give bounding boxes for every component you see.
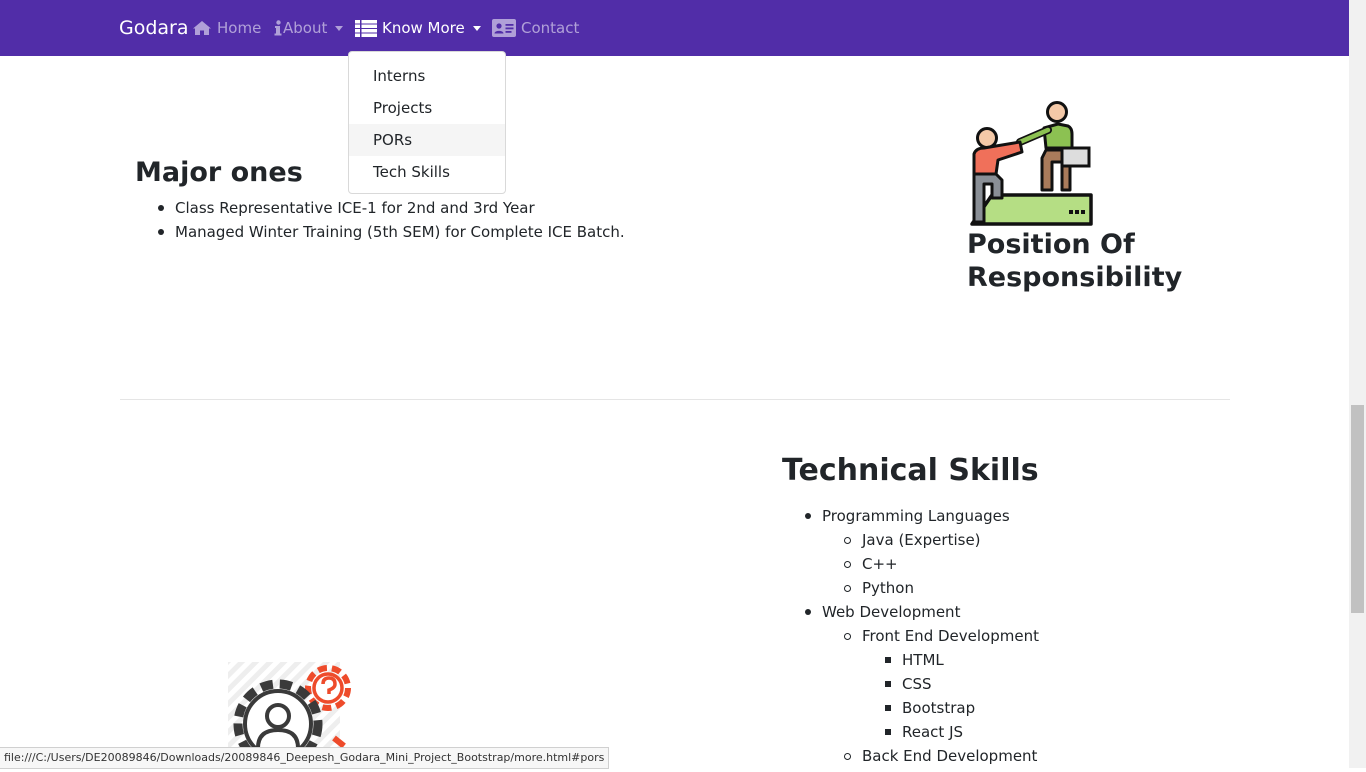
technical-skills-title: Technical Skills (782, 453, 1039, 488)
list-item: CSS (885, 672, 1322, 696)
caret-down-icon (472, 25, 481, 31)
teamwork-help-icon (962, 100, 1094, 226)
dropdown-item-tech-skills[interactable]: Tech Skills (349, 156, 505, 188)
major-ones-heading: Major ones (135, 157, 303, 188)
front-end-list: HTML CSS Bootstrap React JS (885, 648, 1322, 744)
dropdown-item-projects[interactable]: Projects (349, 92, 505, 124)
contact-card-icon (492, 19, 516, 37)
dropdown-item-interns[interactable]: Interns (349, 60, 505, 92)
por-list: Class Representative ICE-1 for 2nd and 3… (158, 196, 775, 244)
nav-home[interactable]: Home (192, 18, 261, 38)
list-item: Web Development Front End Development HT… (805, 600, 1322, 768)
front-end-label: Front End Development (862, 627, 1039, 645)
section-divider (120, 399, 1230, 400)
list-item: HTML (885, 648, 1322, 672)
list-item: React JS (885, 720, 1322, 744)
programming-languages-list: Java (Expertise) C++ Python (844, 528, 1322, 600)
scrollbar-thumb[interactable] (1351, 405, 1364, 613)
nav-know-more-dropdown[interactable]: Know More (355, 18, 481, 38)
list-item: Front End Development HTML CSS Bootstrap… (844, 624, 1322, 744)
dropdown-item-pors[interactable]: PORs (349, 124, 505, 156)
web-development-label: Web Development (822, 603, 961, 621)
list-item: Python (844, 576, 1322, 600)
list-item: C++ (844, 552, 1322, 576)
list-item: Java (Expertise) (844, 528, 1322, 552)
nav-about-dropdown[interactable]: About (274, 18, 344, 38)
brand-link[interactable]: Godara (119, 16, 189, 40)
list-item: Programming Languages Java (Expertise) C… (805, 504, 1322, 600)
nav-know-more-label: Know More (382, 19, 465, 37)
info-icon (274, 20, 282, 36)
nav-about-label: About (283, 19, 328, 37)
list-item: Managed Winter Training (5th SEM) for Co… (158, 220, 775, 244)
nav-home-label: Home (217, 19, 262, 37)
list-icon (355, 19, 377, 37)
list-item: Back End Development (844, 744, 1322, 768)
caret-down-icon (335, 25, 344, 31)
web-development-list: Front End Development HTML CSS Bootstrap… (844, 624, 1322, 768)
know-more-dropdown-menu: Interns Projects PORs Tech Skills (348, 51, 506, 194)
browser-status-bar: file:///C:/Users/DE20089846/Downloads/20… (0, 747, 610, 769)
nav-contact-label: Contact (521, 19, 580, 37)
tech-skills-list: Programming Languages Java (Expertise) C… (805, 504, 1322, 768)
list-item: Bootstrap (885, 696, 1322, 720)
programming-languages-label: Programming Languages (822, 507, 1010, 525)
list-item: Class Representative ICE-1 for 2nd and 3… (158, 196, 775, 220)
vertical-scrollbar[interactable] (1349, 0, 1366, 768)
nav-contact[interactable]: Contact (492, 18, 579, 38)
home-icon (192, 20, 212, 36)
navbar: Godara Home About Know More Contact (0, 0, 1349, 56)
por-title: Position Of Responsibility (967, 229, 1183, 293)
back-end-label: Back End Development (862, 747, 1038, 765)
